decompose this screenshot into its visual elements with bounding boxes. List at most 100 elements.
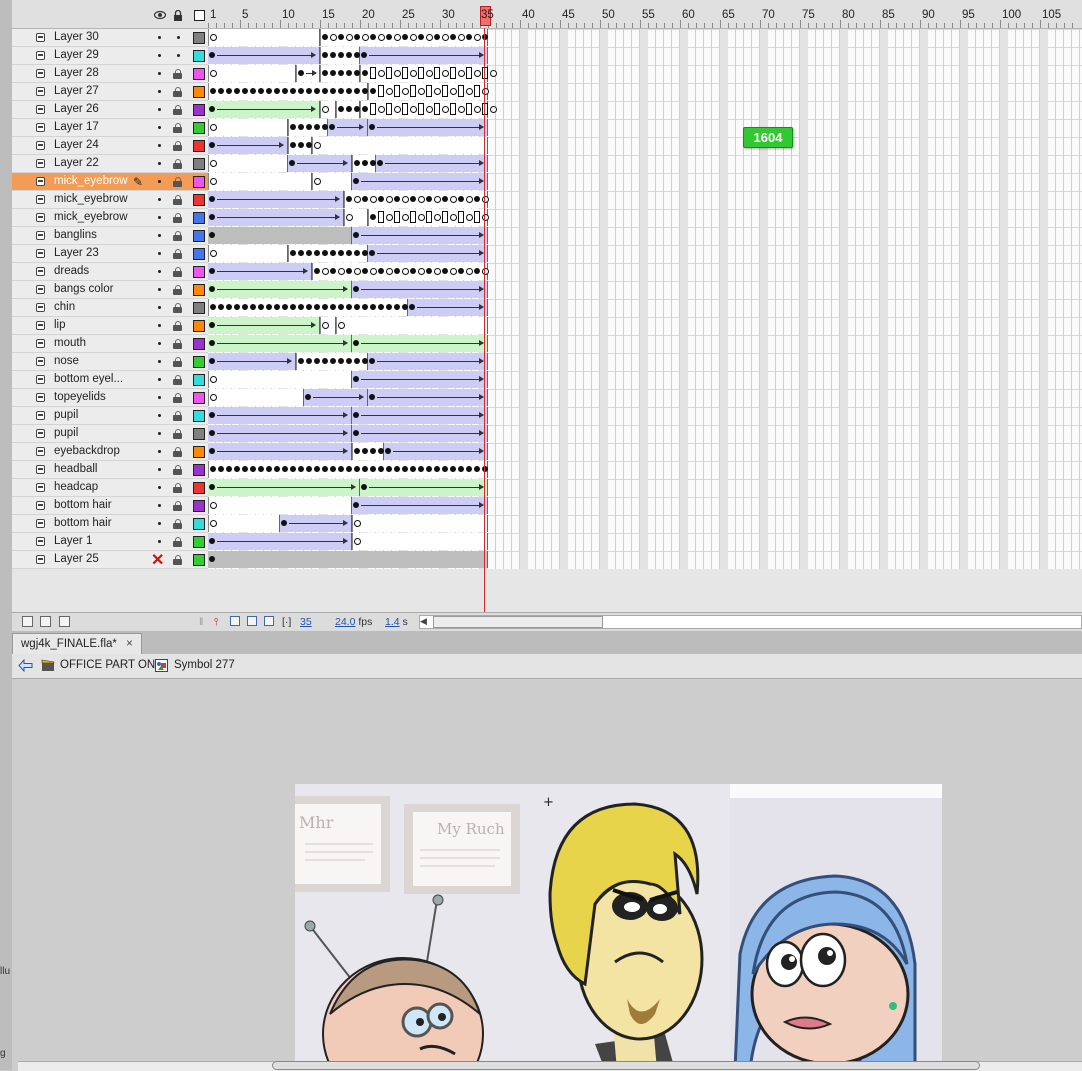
layer-row[interactable]: bangs color — [12, 281, 208, 299]
frame-box-marker[interactable] — [402, 103, 408, 115]
keyframe-marker[interactable] — [434, 88, 441, 95]
keyframe-marker[interactable] — [306, 358, 312, 364]
keyframe-marker[interactable] — [306, 466, 312, 472]
keyframe-marker[interactable] — [314, 304, 320, 310]
layer-lock-icon[interactable] — [173, 177, 182, 187]
layer-name[interactable]: bottom eyel... — [54, 373, 123, 385]
keyframe-marker[interactable] — [394, 268, 400, 274]
keyframe-marker[interactable] — [362, 106, 368, 112]
keyframe-marker[interactable] — [209, 106, 215, 112]
frame-span[interactable] — [312, 137, 488, 154]
frame-row[interactable] — [208, 425, 488, 442]
layer-color-swatch[interactable] — [193, 158, 205, 170]
frame-span[interactable] — [352, 335, 488, 352]
frame-span[interactable] — [360, 479, 488, 496]
frame-row[interactable] — [208, 371, 488, 388]
keyframe-marker[interactable] — [353, 286, 359, 292]
layer-row[interactable]: Layer 17 — [12, 119, 208, 137]
keyframe-marker[interactable] — [242, 466, 248, 472]
frame-span[interactable] — [360, 101, 497, 118]
keyframe-marker[interactable] — [322, 34, 328, 40]
center-frame-icon[interactable]: ⫯ — [214, 616, 219, 629]
keyframe-marker[interactable] — [354, 466, 360, 472]
keyframe-marker[interactable] — [346, 52, 352, 58]
keyframe-marker[interactable] — [386, 88, 393, 95]
layer-color-swatch[interactable] — [193, 212, 205, 224]
layer-color-swatch[interactable] — [193, 302, 205, 314]
layer-row[interactable]: topeyelids — [12, 389, 208, 407]
keyframe-marker[interactable] — [458, 466, 464, 472]
keyframe-marker[interactable] — [306, 250, 312, 256]
keyframe-marker[interactable] — [370, 88, 376, 94]
visibility-dot[interactable] — [158, 360, 161, 363]
frame-row[interactable] — [208, 83, 489, 100]
keyframe-marker[interactable] — [322, 88, 328, 94]
frame-row[interactable] — [208, 119, 488, 136]
keyframe-marker[interactable] — [353, 340, 359, 346]
frame-row[interactable] — [208, 335, 488, 352]
frame-box-marker[interactable] — [402, 67, 408, 79]
layer-row[interactable]: headcap — [12, 479, 208, 497]
close-tab-icon[interactable]: × — [126, 638, 133, 650]
keyframe-marker[interactable] — [298, 70, 304, 76]
frame-span[interactable] — [208, 191, 344, 208]
layer-lock-icon[interactable] — [173, 339, 182, 349]
frame-span[interactable] — [368, 245, 488, 262]
layer-lock-icon[interactable] — [173, 285, 182, 295]
keyframe-marker[interactable] — [410, 106, 417, 113]
layer-color-swatch[interactable] — [193, 248, 205, 260]
keyframe-marker[interactable] — [209, 448, 215, 454]
keyframe-marker[interactable] — [426, 196, 432, 202]
keyframe-marker[interactable] — [442, 34, 449, 41]
keyframe-marker[interactable] — [378, 196, 384, 202]
layer-lock-icon[interactable] — [173, 213, 182, 223]
layer-row[interactable]: Layer 27 — [12, 83, 208, 101]
keyframe-marker[interactable] — [386, 304, 392, 310]
keyframe-marker[interactable] — [290, 124, 296, 130]
keyframe-marker[interactable] — [354, 196, 361, 203]
keyframe-marker[interactable] — [305, 394, 311, 400]
frame-span[interactable] — [304, 389, 368, 406]
keyframe-marker[interactable] — [210, 466, 216, 472]
keyframe-marker[interactable] — [330, 34, 337, 41]
keyframe-marker[interactable] — [274, 88, 280, 94]
keyframe-marker[interactable] — [450, 34, 456, 40]
layer-color-swatch[interactable] — [193, 104, 205, 116]
layer-color-swatch[interactable] — [193, 410, 205, 422]
keyframe-marker[interactable] — [378, 466, 384, 472]
layer-name[interactable]: pupil — [54, 409, 78, 421]
layer-row[interactable]: pupil — [12, 425, 208, 443]
back-arrow-icon[interactable] — [18, 658, 33, 673]
frame-span[interactable] — [208, 497, 352, 514]
keyframe-marker[interactable] — [386, 34, 392, 40]
layer-name[interactable]: banglins — [54, 229, 97, 241]
frame-span[interactable] — [208, 335, 352, 352]
keyframe-marker[interactable] — [346, 268, 352, 274]
keyframe-marker[interactable] — [442, 70, 449, 77]
visibility-dot[interactable] — [158, 540, 161, 543]
layer-lock-icon[interactable] — [173, 393, 182, 403]
keyframe-marker[interactable] — [338, 322, 345, 329]
keyframe-marker[interactable] — [354, 538, 361, 545]
fps-value[interactable]: 24.0 — [335, 616, 355, 628]
keyframe-marker[interactable] — [210, 34, 217, 41]
keyframe-marker[interactable] — [458, 106, 465, 113]
keyframe-marker[interactable] — [330, 358, 336, 364]
keyframe-marker[interactable] — [354, 250, 360, 256]
keyframe-marker[interactable] — [209, 268, 215, 274]
keyframe-marker[interactable] — [329, 124, 335, 130]
keyframe-marker[interactable] — [346, 196, 352, 202]
keyframe-marker[interactable] — [209, 214, 215, 220]
keyframe-marker[interactable] — [266, 304, 272, 310]
layer-row[interactable]: bottom eyel... — [12, 371, 208, 389]
frame-span[interactable] — [352, 281, 488, 298]
keyframe-marker[interactable] — [474, 268, 480, 274]
visibility-dot[interactable] — [158, 522, 161, 525]
frame-box-marker[interactable] — [474, 211, 480, 223]
keyframe-marker[interactable] — [226, 466, 232, 472]
keyframe-marker[interactable] — [330, 250, 336, 256]
layer-name[interactable]: pupil — [54, 427, 78, 439]
keyframe-marker[interactable] — [209, 412, 215, 418]
keyframe-marker[interactable] — [386, 214, 393, 221]
frame-span[interactable] — [320, 317, 336, 334]
